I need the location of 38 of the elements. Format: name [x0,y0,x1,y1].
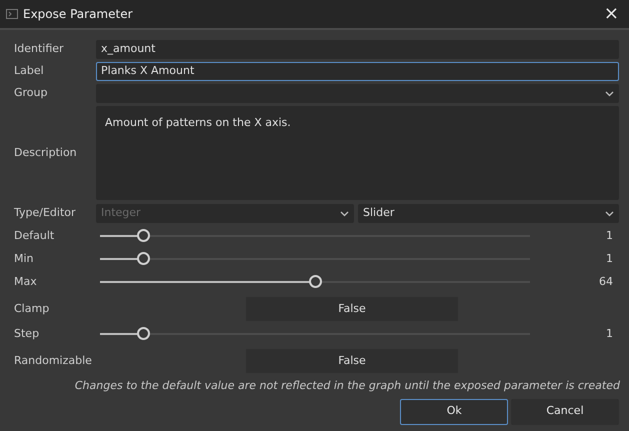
slider-thumb[interactable] [137,229,150,242]
hint-text: Changes to the default value are not reflected in the graph until the exposed parameter is created [74,378,620,394]
slider-thumb[interactable] [137,252,150,265]
slider[interactable] [97,229,533,243]
slider-value: 1 [605,250,613,267]
slider-value: 1 [605,326,613,342]
window-title: Expose Parameter [23,6,133,23]
dialog-button[interactable]: Ok [400,398,508,424]
toggle-button[interactable]: False [246,297,458,321]
slider[interactable] [97,252,533,266]
field-label: Type/Editor [14,205,77,222]
field-label: Label [14,63,45,80]
chevron-icon [605,90,614,96]
text-field[interactable]: x_amount [96,40,619,59]
slider-thumb[interactable] [137,327,150,340]
dialog-button[interactable]: Cancel [511,398,619,424]
field-label: Description [14,144,78,161]
field-label: Group [14,85,48,102]
dropdown[interactable]: Slider [358,204,619,223]
field-label: Max [14,274,38,290]
slider[interactable] [97,327,533,341]
field-label: Clamp [14,300,50,317]
field-label: Default [14,228,56,244]
slider[interactable] [97,275,533,289]
description-field[interactable]: Amount of patterns on the X axis. [96,106,619,200]
field-label: Randomizable [14,352,93,369]
chevron-icon [340,210,349,216]
slider-value: 64 [598,274,613,290]
window-icon [6,9,18,19]
toggle-button[interactable]: False [246,349,458,373]
slider-value: 1 [605,228,613,244]
text-field[interactable]: Planks X Amount [96,62,619,81]
field-label: Identifier [14,41,65,58]
field-label: Min [14,250,35,267]
slider-thumb[interactable] [309,275,322,288]
field-label: Step [14,326,40,342]
close-button[interactable]: × [594,5,629,23]
chevron-icon [605,210,614,216]
